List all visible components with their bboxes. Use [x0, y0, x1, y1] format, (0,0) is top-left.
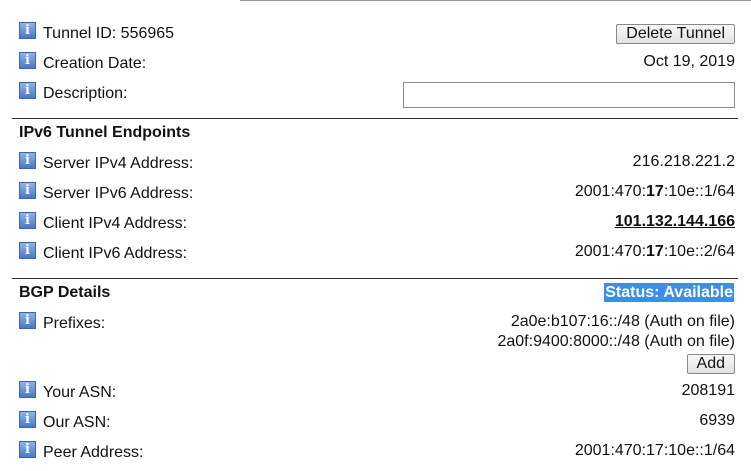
creation-date-label: Creation Date: [43, 55, 147, 72]
info-icon[interactable]: i [19, 242, 36, 259]
our-asn-value: 6939 [699, 412, 735, 429]
our-asn-label: Our ASN: [43, 414, 111, 431]
server-ipv4-label: Server IPv4 Address: [43, 155, 194, 172]
client-ipv6-value: 2001:470:17:10e::2/64 [575, 243, 735, 261]
description-input[interactable] [403, 82, 735, 108]
peer-address-label: Peer Address: [43, 444, 144, 461]
client-ipv4-link[interactable]: 101.132.144.166 [615, 213, 735, 231]
info-icon[interactable]: i [19, 441, 36, 458]
server-ipv6-value: 2001:470:17:10e::1/64 [575, 183, 735, 201]
status-badge: Status: Available [604, 283, 734, 302]
client-ipv6-bold: 17 [646, 243, 664, 260]
creation-date-value: Oct 19, 2019 [643, 53, 735, 70]
your-asn-label: Your ASN: [43, 384, 117, 401]
info-icon[interactable]: i [19, 212, 36, 229]
client-ipv6-suffix: :10e::2/64 [663, 243, 735, 260]
bgp-section-title: BGP Details [19, 284, 111, 301]
tunnel-id-row: i Tunnel ID: 556965 Delete Tunnel [0, 22, 751, 52]
delete-tunnel-button[interactable]: Delete Tunnel [616, 24, 735, 44]
prefix-item: 2a0f:9400:8000::/48 (Auth on file) [497, 333, 735, 350]
our-asn-row: i Our ASN: 6939 [0, 411, 751, 441]
client-ipv6-label: Client IPv6 Address: [43, 245, 188, 262]
section-divider [12, 118, 738, 119]
client-ipv6-prefix: 2001:470: [574, 243, 647, 260]
client-ipv4-row: i Client IPv4 Address: 101.132.144.166 [0, 212, 751, 242]
add-prefix-button[interactable]: Add [686, 354, 735, 374]
server-ipv6-suffix: :10e::1/64 [663, 183, 735, 200]
your-asn-value: 208191 [681, 382, 735, 399]
server-ipv4-row: i Server IPv4 Address: 216.218.221.2 [0, 152, 751, 182]
prefixes-label: Prefixes: [43, 315, 106, 332]
peer-address-row: i Peer Address: 2001:470:17:10e::1/64 [0, 441, 751, 471]
info-icon[interactable]: i [19, 82, 36, 99]
info-icon[interactable]: i [19, 52, 36, 69]
info-icon[interactable]: i [19, 381, 36, 398]
info-icon[interactable]: i [19, 22, 36, 39]
endpoints-section-title: IPv6 Tunnel Endpoints [19, 124, 191, 141]
description-label: Description: [43, 85, 128, 102]
info-icon[interactable]: i [19, 411, 36, 428]
server-ipv6-prefix: 2001:470: [574, 183, 647, 200]
info-icon[interactable]: i [19, 152, 36, 169]
client-ipv4-label: Client IPv4 Address: [43, 215, 188, 232]
server-ipv6-bold: 17 [646, 183, 664, 200]
info-icon[interactable]: i [19, 312, 36, 329]
top-divider [240, 0, 751, 1]
your-asn-row: i Your ASN: 208191 [0, 381, 751, 411]
prefix-item: 2a0e:b107:16::/48 (Auth on file) [510, 313, 735, 330]
info-icon[interactable]: i [19, 182, 36, 199]
creation-date-row: i Creation Date: Oct 19, 2019 [0, 52, 751, 82]
peer-address-value: 2001:470:17:10e::1/64 [574, 442, 735, 459]
tunnel-id-label: Tunnel ID: 556965 [43, 25, 175, 42]
server-ipv6-row: i Server IPv6 Address: 2001:470:17:10e::… [0, 182, 751, 212]
server-ipv4-value: 216.218.221.2 [632, 153, 735, 170]
client-ipv6-row: i Client IPv6 Address: 2001:470:17:10e::… [0, 242, 751, 272]
section-divider [12, 278, 738, 279]
server-ipv6-label: Server IPv6 Address: [43, 185, 194, 202]
